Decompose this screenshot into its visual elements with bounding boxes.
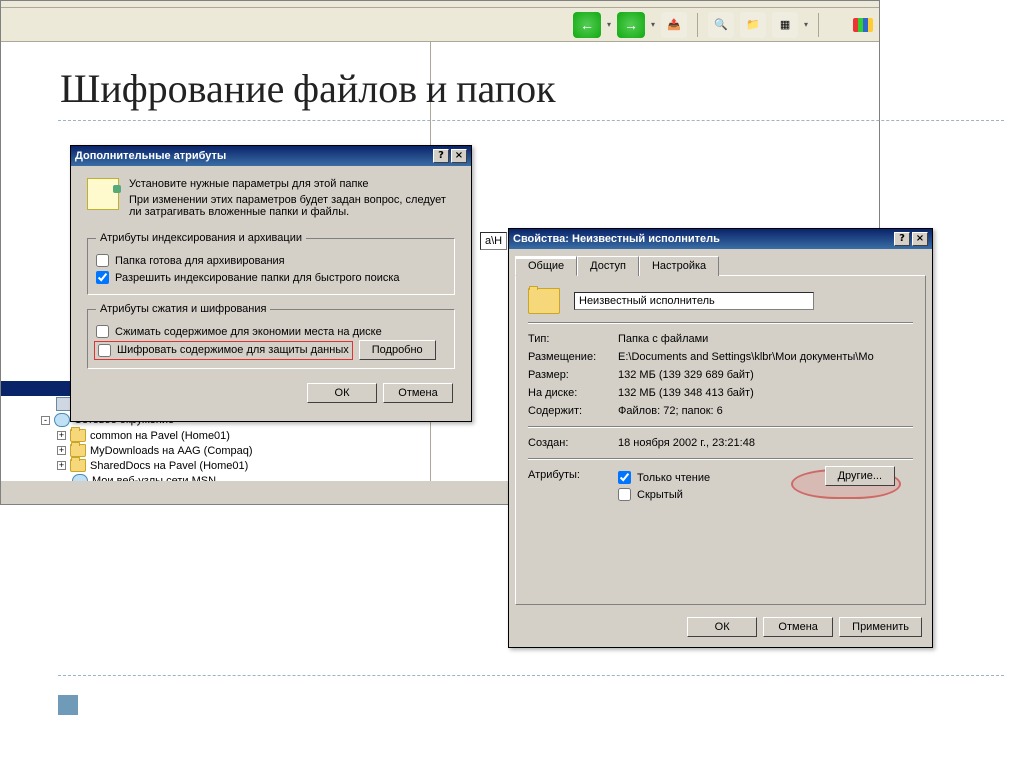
folder-icon: [70, 444, 86, 457]
checkbox-hidden[interactable]: Скрытый: [618, 486, 913, 503]
accent-square: [58, 695, 78, 715]
folder-icon: [528, 288, 560, 314]
value-created: 18 ноября 2002 г., 23:21:48: [618, 437, 913, 449]
tab-general[interactable]: Общие: [515, 256, 577, 276]
tree-item-label: SharedDocs на Pavel (Home01): [90, 460, 248, 472]
advanced-attributes-dialog: Дополнительные атрибуты ? × Установите н…: [70, 145, 472, 422]
tree-item-label: Мои веб-узлы сети MSN: [92, 475, 216, 481]
net-icon: [54, 413, 70, 427]
checkbox-readonly-label: Только чтение: [637, 472, 710, 484]
tab-config[interactable]: Настройка: [639, 256, 719, 276]
tree-item[interactable]: Мои веб-узлы сети MSN: [1, 473, 430, 481]
up-icon[interactable]: 📤: [661, 12, 687, 38]
compress-encrypt-group: Атрибуты сжатия и шифрования Сжимать сод…: [87, 303, 455, 369]
advanced-title: Дополнительные атрибуты: [75, 150, 226, 162]
expand-icon[interactable]: +: [57, 446, 66, 455]
divider-top: [58, 120, 1004, 121]
help-icon[interactable]: ?: [894, 232, 910, 246]
tree-item-label: MyDownloads на AAG (Compaq): [90, 445, 253, 457]
toolbar: ← ▾ → ▾ 📤 🔍 📁 ▦ ▾: [1, 8, 879, 42]
expand-icon[interactable]: +: [57, 461, 66, 470]
apply-button[interactable]: Применить: [839, 617, 922, 637]
compress-encrypt-legend: Атрибуты сжатия и шифрования: [96, 303, 270, 315]
value-contains: Файлов: 72; папок: 6: [618, 405, 913, 417]
windows-flag-icon: [853, 18, 873, 32]
value-size: 132 МБ (139 329 689 байт): [618, 369, 913, 381]
properties-dialog: Свойства: Неизвестный исполнитель ? × Об…: [508, 228, 933, 648]
folder-icon: [70, 459, 86, 472]
checkbox-archive[interactable]: Папка готова для архивирования: [96, 252, 446, 269]
search-icon[interactable]: 🔍: [708, 12, 734, 38]
checkbox-index[interactable]: Разрешить индексирование папки для быстр…: [96, 269, 446, 286]
index-archive-legend: Атрибуты индексирования и архивации: [96, 232, 306, 244]
label-created: Создан:: [528, 437, 618, 449]
advanced-desc-1: Установите нужные параметры для этой пап…: [129, 178, 455, 194]
label-attributes: Атрибуты:: [528, 469, 618, 503]
value-location: E:\Documents and Settings\klbr\Мои докум…: [618, 351, 913, 363]
label-type: Тип:: [528, 333, 618, 345]
net-icon: [72, 474, 88, 481]
ok-button[interactable]: ОК: [307, 383, 377, 403]
checkbox-compress[interactable]: Сжимать содержимое для экономии места на…: [96, 323, 446, 340]
folder-icon: [70, 429, 86, 442]
checkbox-hidden-label: Скрытый: [637, 489, 683, 501]
nav-back-icon[interactable]: ←: [573, 12, 601, 38]
expand-icon[interactable]: -: [41, 416, 50, 425]
properties-title: Свойства: Неизвестный исполнитель: [513, 233, 720, 245]
divider-bottom: [58, 675, 1004, 676]
tree-item-label: common на Pavel (Home01): [90, 430, 230, 442]
label-contains: Содержит:: [528, 405, 618, 417]
folders-icon[interactable]: 📁: [740, 12, 766, 38]
properties-titlebar[interactable]: Свойства: Неизвестный исполнитель ? ×: [509, 229, 932, 249]
label-size: Размер:: [528, 369, 618, 381]
tree-item[interactable]: + SharedDocs на Pavel (Home01): [1, 458, 430, 473]
cancel-button[interactable]: Отмена: [383, 383, 453, 403]
close-icon[interactable]: ×: [912, 232, 928, 246]
tree-item[interactable]: + MyDownloads на AAG (Compaq): [1, 443, 430, 458]
address-bar-fragment: a\Н: [480, 232, 507, 250]
checkbox-encrypt[interactable]: Шифровать содержимое для защиты данных: [96, 343, 351, 358]
checkbox-index-label: Разрешить индексирование папки для быстр…: [115, 272, 400, 284]
help-icon[interactable]: ?: [433, 149, 449, 163]
advanced-titlebar[interactable]: Дополнительные атрибуты ? ×: [71, 146, 471, 166]
label-ondisk: На диске:: [528, 387, 618, 399]
cancel-button[interactable]: Отмена: [763, 617, 833, 637]
views-icon[interactable]: ▦: [772, 12, 798, 38]
close-icon[interactable]: ×: [451, 149, 467, 163]
checkbox-compress-label: Сжимать содержимое для экономии места на…: [115, 326, 382, 338]
tab-access[interactable]: Доступ: [577, 256, 639, 276]
tree-item[interactable]: + common на Pavel (Home01): [1, 428, 430, 443]
nav-forward-icon[interactable]: →: [617, 12, 645, 38]
expand-icon[interactable]: +: [57, 431, 66, 440]
ok-button[interactable]: ОК: [687, 617, 757, 637]
menu-bar: [1, 1, 879, 8]
checkbox-encrypt-label: Шифровать содержимое для защиты данных: [117, 344, 349, 356]
index-archive-group: Атрибуты индексирования и архивации Папк…: [87, 232, 455, 295]
label-location: Размещение:: [528, 351, 618, 363]
attributes-icon: [87, 178, 119, 210]
value-ondisk: 132 МБ (139 348 413 байт): [618, 387, 913, 399]
folder-name-input[interactable]: [574, 292, 814, 310]
advanced-desc-2: При изменении этих параметров будет зада…: [129, 194, 455, 218]
slide-title: Шифрование файлов и папок: [60, 65, 556, 112]
value-type: Папка с файлами: [618, 333, 913, 345]
details-button[interactable]: Подробно: [359, 340, 436, 360]
other-attributes-button[interactable]: Другие...: [825, 466, 895, 486]
checkbox-archive-label: Папка готова для архивирования: [115, 255, 285, 267]
